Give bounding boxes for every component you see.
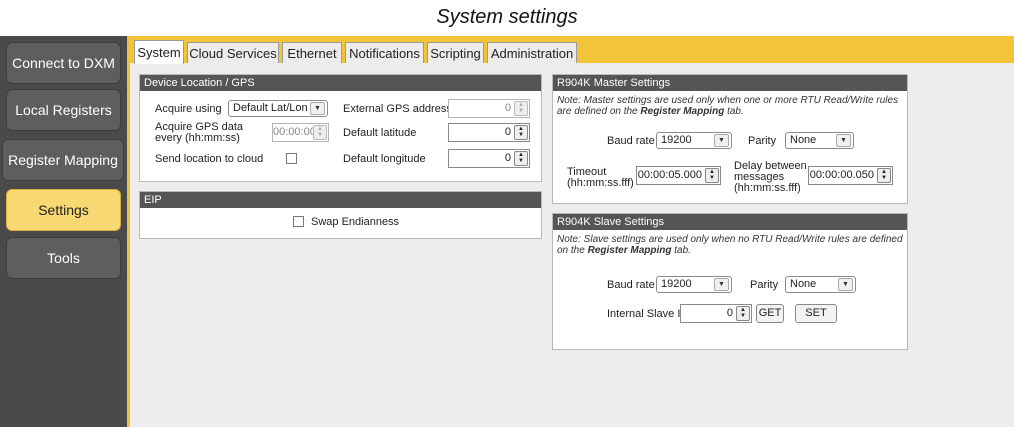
tab-bar: System Cloud Services Ethernet Notificat… [130, 36, 1014, 64]
acquire-using-label: Acquire using [155, 103, 222, 115]
master-settings-panel: R904K Master Settings Note: Master setti… [552, 74, 908, 204]
slave-baud-label: Baud rate [607, 279, 655, 291]
master-baud-select[interactable]: 19200 ▼ [656, 132, 732, 149]
master-parity-value: None [790, 134, 817, 146]
slave-note-line2: on the Register Mapping tab. [557, 245, 691, 256]
spinner-icon[interactable]: ▲ ▼ [313, 125, 327, 140]
slave-id-input[interactable]: 0 ▲ ▼ [680, 304, 752, 323]
default-latitude-label: Default latitude [343, 127, 417, 139]
tab-administration[interactable]: Administration [487, 42, 577, 63]
external-gps-value: 0 [504, 102, 511, 114]
swap-endianness-label: Swap Endianness [311, 216, 400, 228]
spinner-icon[interactable]: ▲ ▼ [736, 306, 750, 321]
slave-baud-value: 19200 [661, 278, 692, 290]
chevron-down-icon: ▼ [714, 134, 729, 147]
gps-panel-title: Device Location / GPS [140, 75, 541, 91]
default-latitude-input[interactable]: 0 ▲ ▼ [448, 123, 530, 142]
acquire-every-label-line2: every (hh:mm:ss) [155, 132, 240, 144]
sidebar-item-settings[interactable]: Settings [6, 189, 121, 231]
slave-id-value: 0 [726, 307, 733, 319]
master-parity-label: Parity [748, 135, 777, 147]
slave-parity-select[interactable]: None ▼ [785, 276, 856, 293]
default-longitude-value: 0 [504, 152, 511, 164]
register-mapping-link: Register Mapping [587, 245, 672, 256]
send-location-checkbox[interactable] [286, 153, 297, 164]
master-delay-value: 00:00:00.050 [809, 169, 874, 181]
send-location-label: Send location to cloud [155, 153, 264, 165]
external-gps-label: External GPS address [343, 103, 452, 115]
eip-panel-title: EIP [140, 192, 541, 208]
master-timeout-input[interactable]: 00:00:05.000 ▲ ▼ [636, 166, 721, 185]
slave-settings-panel: R904K Slave Settings Note: Slave setting… [552, 213, 908, 350]
tab-cloud-services[interactable]: Cloud Services [187, 42, 279, 63]
acquire-using-select[interactable]: Default Lat/Lon ▼ [228, 100, 328, 117]
slave-panel-title: R904K Slave Settings [553, 214, 907, 230]
master-delay-label-line3: (hh:mm:ss.fff) [734, 182, 801, 194]
slave-note-line1: Note: Slave settings are used only when … [557, 234, 903, 245]
master-panel-title: R904K Master Settings [553, 75, 907, 91]
tab-ethernet[interactable]: Ethernet [282, 42, 342, 63]
spinner-icon[interactable]: ▲ ▼ [877, 168, 891, 183]
chevron-down-icon: ▼ [310, 102, 325, 115]
main-content: System Cloud Services Ethernet Notificat… [127, 36, 1014, 427]
get-button[interactable]: GET [756, 304, 784, 323]
spinner-icon[interactable]: ▲ ▼ [514, 101, 528, 116]
sidebar-item-connect-to-dxm[interactable]: Connect to DXM [6, 42, 121, 84]
set-button[interactable]: SET [795, 304, 837, 323]
master-delay-input[interactable]: 00:00:00.050 ▲ ▼ [808, 166, 893, 185]
master-parity-select[interactable]: None ▼ [785, 132, 854, 149]
slave-parity-label: Parity [750, 279, 779, 291]
page-title: System settings [436, 6, 578, 28]
sidebar-item-tools[interactable]: Tools [6, 237, 121, 279]
register-mapping-link: Register Mapping [640, 106, 725, 117]
chevron-down-icon: ▼ [714, 278, 729, 291]
chevron-down-icon: ▼ [836, 134, 851, 147]
master-baud-label: Baud rate [607, 135, 655, 147]
external-gps-input[interactable]: 0 ▲ ▼ [448, 99, 530, 118]
spinner-icon[interactable]: ▲ ▼ [705, 168, 719, 183]
sidebar-item-local-registers[interactable]: Local Registers [6, 89, 121, 131]
master-note-line2: are defined on the Register Mapping tab. [557, 106, 744, 117]
eip-panel: EIP Swap Endianness [139, 191, 542, 239]
default-longitude-label: Default longitude [343, 153, 426, 165]
sidebar-item-register-mapping[interactable]: Register Mapping [2, 139, 124, 181]
master-note-line1: Note: Master settings are used only when… [557, 95, 899, 106]
tab-notifications[interactable]: Notifications [345, 42, 424, 63]
default-longitude-input[interactable]: 0 ▲ ▼ [448, 149, 530, 168]
acquire-every-input[interactable]: 00:00:00 ▲ ▼ [272, 123, 329, 142]
gps-panel: Device Location / GPS Acquire using Defa… [139, 74, 542, 182]
tab-system[interactable]: System [134, 40, 184, 64]
sidebar: Connect to DXM Local Registers Register … [0, 36, 127, 427]
spinner-icon[interactable]: ▲ ▼ [514, 151, 528, 166]
acquire-every-value: 00:00:00 [273, 126, 316, 138]
tab-scripting[interactable]: Scripting [427, 42, 484, 63]
acquire-using-value: Default Lat/Lon [233, 102, 308, 114]
master-timeout-label-line2: (hh:mm:ss.fff) [567, 177, 634, 189]
slave-parity-value: None [790, 278, 817, 290]
master-baud-value: 19200 [661, 134, 692, 146]
master-timeout-value: 00:00:05.000 [637, 169, 702, 181]
default-latitude-value: 0 [504, 126, 511, 138]
slave-id-label: Internal Slave ID [607, 308, 689, 320]
slave-baud-select[interactable]: 19200 ▼ [656, 276, 732, 293]
swap-endianness-checkbox[interactable] [293, 216, 304, 227]
spinner-icon[interactable]: ▲ ▼ [514, 125, 528, 140]
chevron-down-icon: ▼ [838, 278, 853, 291]
